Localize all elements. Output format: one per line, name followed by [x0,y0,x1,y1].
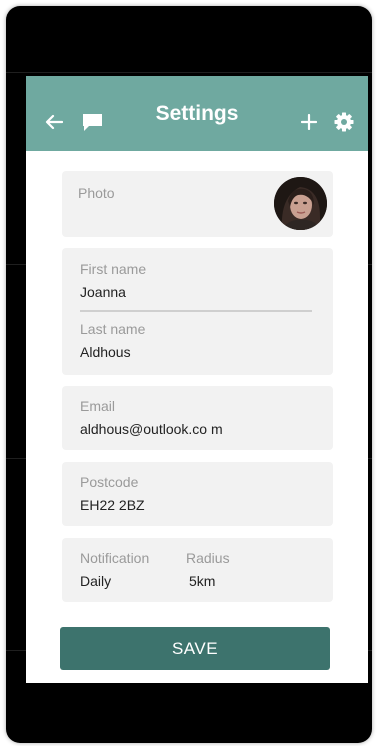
preferences-card: Notification Daily Radius 5km [62,538,333,602]
background-line [6,72,372,73]
postcode-card: Postcode EH22 2BZ [62,462,333,526]
gear-icon[interactable] [333,112,355,132]
first-name-field[interactable]: Joanna [80,284,126,300]
email-field[interactable]: aldhous@outlook.co m [80,421,223,437]
notification-field[interactable]: Daily [80,573,111,589]
photo-label: Photo [78,185,115,201]
save-button[interactable]: SAVE [60,627,330,670]
app-bar: Settings [26,76,368,151]
first-name-label: First name [80,261,147,277]
last-name-field[interactable]: Aldhous [80,344,131,360]
radius-label: Radius [186,550,230,566]
phone-frame: Settings Photo First name Joanna Last na… [6,6,372,743]
last-name-label: Last name [80,321,146,337]
postcode-field[interactable]: EH22 2BZ [80,497,145,513]
email-label: Email [80,398,116,414]
photo-card[interactable]: Photo [62,171,333,237]
avatar[interactable] [274,177,327,230]
name-card: First name Joanna Last name Aldhous [62,248,333,375]
plus-icon[interactable] [300,112,318,132]
name-divider [80,310,312,312]
notification-label: Notification [80,550,150,566]
email-card: Email aldhous@outlook.co m [62,386,333,450]
radius-field[interactable]: 5km [189,573,215,589]
settings-screen: Settings Photo First name Joanna Last na… [26,76,368,683]
postcode-label: Postcode [80,474,139,490]
